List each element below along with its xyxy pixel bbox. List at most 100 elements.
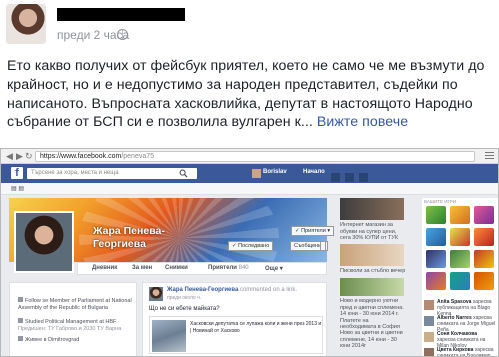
top-notification-icons xyxy=(331,169,391,182)
see-more-link[interactable]: Вижте повече xyxy=(317,114,408,130)
intro-item-sub: Предишен: ТУ Габрово и 2030 ТУ Варна xyxy=(18,325,122,332)
game-tile xyxy=(474,206,494,224)
address-bar: https://www.facebook.com/penevа75 xyxy=(35,151,475,162)
intro-item: Studied Political Management at HBF Преди… xyxy=(18,318,133,332)
profile-name: Жара Пенева- Георгиева xyxy=(93,225,165,251)
friends-count: 840 xyxy=(238,265,249,271)
briefcase-icon xyxy=(18,297,23,302)
friends-button: ✓ Приятели ▾ xyxy=(291,226,335,236)
ticker-text: Цвета Киркова харесва снимката на Владим… xyxy=(437,347,497,356)
ad-image xyxy=(340,278,404,296)
embedded-screenshot[interactable]: ◀ ▶ ↻ https://www.facebook.com/penevа75 … xyxy=(0,148,499,357)
tab-timeline: Дневник xyxy=(92,265,118,271)
games-title: ВАШИТЕ ИГРИ xyxy=(424,199,457,204)
user-avatar xyxy=(252,169,261,178)
back-icon: ◀ xyxy=(6,151,13,161)
notifications-icon xyxy=(359,173,368,182)
ticker-item: Anita Spasova харесва публикацията на Bl… xyxy=(424,298,496,317)
browser-toolbar: ◀ ▶ ↻ https://www.facebook.com/penevа75 xyxy=(1,149,498,164)
shared-link-card: Хасковски депутатка се лупажа коли и жен… xyxy=(149,316,323,354)
ad-image xyxy=(340,244,404,266)
post-text-line: написаното. Въпросната хасковлийка, депу… xyxy=(7,95,473,112)
post-text: Ето какво получих от фейсбук приятел, ко… xyxy=(7,57,495,132)
ticker-avatar xyxy=(424,316,434,326)
ticker-item: Alberto Narres харесва снимката на Jorge… xyxy=(424,314,496,333)
intro-item-text: Studied Political Management at HBF xyxy=(25,319,117,325)
ticker-avatar xyxy=(424,332,434,342)
home-icon xyxy=(18,336,23,341)
tab-more: Още ▾ xyxy=(265,266,283,272)
messages-icon xyxy=(345,173,354,182)
avatar[interactable] xyxy=(6,4,46,44)
tab-photos: Снимки xyxy=(165,265,188,271)
following-button: ✓ Последвано xyxy=(228,241,274,251)
ad-image xyxy=(340,198,404,220)
timeline-post: Жара Пенева-Георгиева commented on a lin… xyxy=(142,282,327,356)
top-user-name: Borislav xyxy=(263,169,287,175)
game-tile xyxy=(426,206,446,224)
intro-item: Живее в Dimitrovgrad xyxy=(18,336,133,344)
bookmarks-icon: ▤ ▤ xyxy=(11,186,25,192)
gear-icon xyxy=(320,241,326,251)
post-author: Жара Пенева-Георгиева commented on a lin… xyxy=(167,287,297,293)
forward-icon: ▶ xyxy=(16,151,23,161)
graduation-icon xyxy=(18,318,23,323)
intro-item-text: Живее в Dimitrovgrad xyxy=(25,337,80,343)
post-text-line: Ето какво получих от фейсбук приятел, ко… xyxy=(7,58,485,74)
search-icon xyxy=(179,169,188,178)
intro-column: Follow se Member of Parliament at Nation… xyxy=(9,282,137,356)
ad-text: Ново за цветни и цветни сплемене, 14 юни… xyxy=(340,330,403,349)
post-author-name: Жара Пенева-Георгиева xyxy=(167,287,239,293)
bookmarks-bar: ▤ ▤ xyxy=(1,183,498,195)
friend-requests-icon xyxy=(331,173,340,182)
game-tile xyxy=(450,250,470,268)
link-title: Хасковски депутатка се лупажа коли и жен… xyxy=(190,321,322,334)
ad-text: Интернет магазин за обувки на супер цени… xyxy=(340,222,399,241)
game-tile xyxy=(450,228,470,246)
post-comment-text: Що не си ебете майката? xyxy=(149,306,220,312)
game-tile xyxy=(474,228,494,246)
facebook-top-bar: f Търсене за хора, места и неща Borislav… xyxy=(1,164,498,183)
top-home-link: Начало xyxy=(303,169,325,175)
tab-about: За мен xyxy=(132,265,153,271)
game-tile xyxy=(450,206,470,224)
link-thumbnail xyxy=(152,320,186,352)
game-tile xyxy=(474,250,494,268)
post-text-tail: събрание от БСП си е позволила вулгарен … xyxy=(7,114,313,131)
game-tile xyxy=(426,228,446,246)
facebook-search-input: Търсене за хора, места и неща xyxy=(27,168,197,179)
ads-column: Интернет магазин за обувки на супер цени… xyxy=(340,198,406,356)
game-tile xyxy=(426,272,446,290)
intro-item-text: Follow se Member of Parliament at Nation… xyxy=(18,298,132,311)
globe-icon[interactable] xyxy=(117,29,128,40)
tab-friends: Приятели 840 xyxy=(208,265,249,271)
post-author-avatar xyxy=(149,287,163,301)
browser-menu-icon xyxy=(485,152,494,160)
post-action: commented on a link. xyxy=(239,287,297,293)
sidebar-games-chat: ВАШИТЕ ИГРИ Anita Spasova харесва публик… xyxy=(422,198,498,356)
post-text-line: събрание от БСП си е позволила вулгарен … xyxy=(7,113,495,132)
profile-tabs: Дневник За мен Снимки Приятели 840 Още ▾ xyxy=(77,262,327,275)
game-tile xyxy=(450,272,470,290)
ticker-avatar xyxy=(424,348,434,356)
url-host: https://www.facebook.com xyxy=(40,153,122,160)
ad-text: Ново и модерно уютни пред и цветни сплем… xyxy=(340,298,404,330)
redacted-author-name[interactable] xyxy=(57,8,185,21)
url-path: /penevа75 xyxy=(121,153,155,160)
post-header: преди 2 часа xyxy=(6,4,306,44)
tab-friends-label: Приятели xyxy=(208,265,237,271)
facebook-logo-icon: f xyxy=(11,167,23,179)
post-text-line: крайност, но и е недопустимо за народен … xyxy=(7,76,458,93)
post-timestamp: преди около ч. xyxy=(167,295,202,301)
ad-text: Пискюли за стъбло вечер xyxy=(340,268,406,274)
profile-picture xyxy=(14,211,74,273)
intro-item: Follow se Member of Parliament at Nation… xyxy=(18,297,133,311)
profile-name-line: Жара Пенева- xyxy=(93,225,165,237)
game-tile xyxy=(426,250,446,268)
ticker-item: Соня Колчакова харесва снимката на Milan… xyxy=(424,330,496,349)
game-tile xyxy=(474,272,494,290)
reload-icon: ↻ xyxy=(25,151,33,161)
ticker-item: Цвета Киркова харесва снимката на Владим… xyxy=(424,346,497,356)
ticker-avatar xyxy=(424,300,434,310)
profile-name-line: Георгиева xyxy=(93,238,146,250)
